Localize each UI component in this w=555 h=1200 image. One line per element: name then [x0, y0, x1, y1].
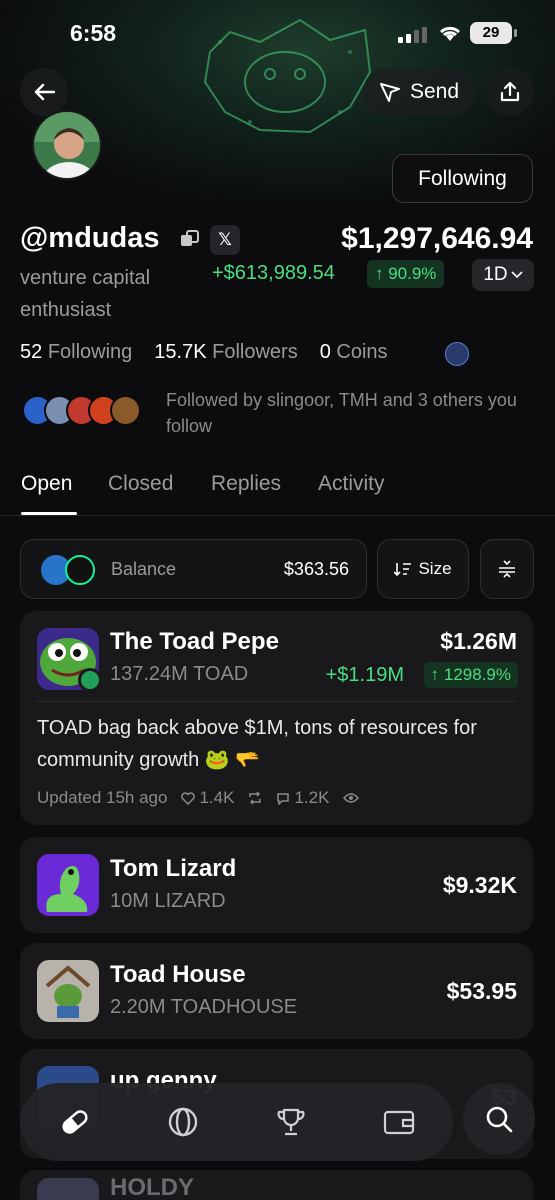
repost-icon [249, 791, 262, 805]
portfolio-pnl-pct: ↑ 90.9% [367, 260, 445, 288]
range-selector[interactable]: 1D [472, 259, 534, 291]
holding-value: $9.32K [442, 872, 517, 898]
tab-closed[interactable]: Closed [108, 472, 173, 496]
x-link-icon[interactable]: 𝕏 [210, 225, 240, 255]
range-label: 1D [483, 264, 508, 285]
battery-tip [514, 29, 517, 37]
holding-pnl: +$1.19M [325, 664, 404, 686]
back-button[interactable] [20, 68, 68, 116]
heart-icon [181, 791, 196, 805]
post-updated: Updated 15h ago [37, 788, 168, 807]
search-button[interactable] [463, 1083, 535, 1155]
holding-amount: 137.24M TOAD [110, 663, 249, 685]
globe-icon[interactable] [445, 342, 469, 366]
send-icon [379, 83, 400, 102]
balance-value: $363.56 [283, 559, 349, 579]
bottom-nav [20, 1083, 453, 1161]
solana-icon [65, 555, 95, 585]
holding-post-text: TOAD bag back above $1M, tons of resourc… [37, 717, 477, 771]
back-arrow-icon [34, 83, 55, 101]
copy-icon[interactable] [180, 230, 200, 248]
followed-by-text[interactable]: Followed by slingoor, TMH and 3 others y… [166, 387, 536, 439]
followers-label: Followers [212, 341, 298, 363]
send-label: Send [409, 80, 460, 103]
following-stat[interactable]: 52 Following [20, 341, 132, 363]
trophy-icon [277, 1108, 305, 1136]
followers-stat[interactable]: 15.7K Followers [154, 341, 297, 363]
holding-card[interactable]: HOLDY [20, 1170, 533, 1200]
holding-card[interactable]: Tom Lizard 10M LIZARD $9.32K [20, 837, 533, 933]
nav-wallet[interactable] [379, 1102, 419, 1142]
send-button[interactable]: Send [363, 68, 475, 116]
holding-name: HOLDY [110, 1174, 194, 1200]
holding-name: Toad House [110, 961, 246, 988]
sort-label: Size [418, 559, 452, 578]
wallet-icon [383, 1110, 415, 1135]
tab-bar: Open Closed Replies Activity [0, 470, 555, 516]
profile-stats: 52 Following 15.7K Followers 0 Coins [20, 341, 388, 364]
portfolio-value: $1,297,646.94 [341, 222, 533, 255]
wifi-icon [439, 26, 461, 41]
holding-card[interactable]: The Toad Pepe 137.24M TOAD $1.26M +$1.19… [20, 611, 533, 825]
verified-badge-icon [78, 668, 102, 692]
holding-amount: 2.20M TOADHOUSE [110, 996, 298, 1018]
share-icon [500, 81, 520, 102]
coins-stat[interactable]: 0 Coins [320, 341, 388, 363]
tab-activity[interactable]: Activity [318, 472, 385, 496]
active-tab-indicator [21, 512, 77, 515]
filter-icon [499, 560, 515, 578]
mutual-followers-avatars[interactable] [22, 395, 152, 427]
tab-replies[interactable]: Replies [211, 472, 281, 496]
eye-icon[interactable] [343, 792, 360, 804]
chevron-down-icon [511, 271, 523, 279]
status-bar: 6:58 29 [0, 18, 555, 48]
post-meta: Updated 15h ago 1.4K 1.2K [37, 788, 360, 808]
nav-explore[interactable] [163, 1102, 203, 1142]
pill-icon [62, 1110, 88, 1134]
status-time: 6:58 [70, 20, 117, 46]
mutual-avatar [110, 395, 141, 426]
like-count: 1.4K [199, 788, 235, 807]
circle-icon [168, 1107, 198, 1137]
balance-pill[interactable]: Balance $363.56 [20, 539, 367, 599]
holdy-logo [37, 1178, 99, 1200]
holding-card[interactable]: Toad House 2.20M TOADHOUSE $53.95 [20, 943, 533, 1039]
cellular-signal-icon [398, 27, 427, 43]
like-button[interactable]: 1.4K [181, 788, 234, 808]
sort-size-button[interactable]: Size [377, 539, 469, 599]
comment-count: 1.2K [294, 788, 330, 807]
balance-label: Balance [111, 559, 177, 579]
followers-count: 15.7K [154, 341, 207, 363]
holding-name: Tom Lizard [110, 855, 237, 882]
coins-count: 0 [319, 341, 331, 363]
nav-leaderboard[interactable] [271, 1102, 311, 1142]
nav-home[interactable] [55, 1102, 95, 1142]
following-button[interactable]: Following [392, 154, 533, 203]
portfolio-pnl: +$613,989.54 [212, 262, 335, 284]
tab-open[interactable]: Open [21, 472, 72, 496]
profile-handle: @mdudas [20, 222, 160, 254]
battery-indicator: 29 [470, 22, 512, 44]
sort-icon [394, 563, 412, 576]
toad-house-logo [37, 960, 99, 1022]
holding-pnl-pct: ↑ 1298.9% [423, 662, 518, 688]
coins-label: Coins [336, 341, 388, 363]
comment-button[interactable]: 1.2K [276, 788, 329, 808]
holding-value: $53.95 [446, 978, 517, 1004]
holding-name: The Toad Pepe [110, 628, 279, 655]
following-count: 52 [20, 341, 43, 363]
tom-lizard-logo [37, 854, 99, 916]
share-button[interactable] [486, 68, 534, 116]
holding-value: $1.26M [440, 628, 517, 654]
filter-button[interactable] [480, 539, 534, 599]
repost-button[interactable] [248, 791, 262, 805]
profile-bio: venture capital enthusiast [20, 267, 151, 321]
holding-amount: 10M LIZARD [110, 890, 226, 912]
divider [37, 701, 516, 702]
comment-icon [277, 792, 290, 805]
avatar[interactable] [32, 110, 102, 180]
search-icon [486, 1106, 513, 1133]
following-label: Following [47, 341, 133, 363]
